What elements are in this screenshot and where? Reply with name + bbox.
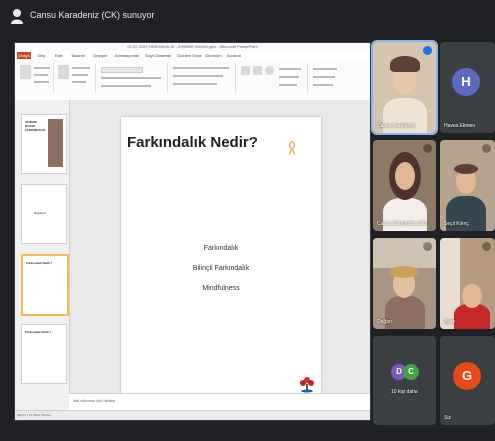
more-participants-tile[interactable]: D C 10 kişi daha [373,336,436,425]
slide-bullet: Bilinçli Farkındalık [192,265,250,272]
slide-thumbnail[interactable]: ZİHİNDE BAKIM FARKINDALIK [21,114,67,174]
ribbon-tab[interactable]: Tasarım [71,52,85,59]
drawing-group [237,63,308,93]
file-tab[interactable]: Dosya [17,52,31,59]
powerpoint-ribbon [15,60,370,101]
participant-face [462,284,482,308]
participant-face [395,162,415,190]
participant-avatar: H [452,68,480,96]
shapes-icon[interactable] [241,66,250,75]
meeting-top-bar: Cansu Karadeniz (CK) sunuyor [0,0,495,34]
slide-thumbnail[interactable]: Başlıksız [21,184,67,244]
slide-thumbnail-panel: ZİHİNDE BAKIM FARKINDALIK Başlıksız Fark… [15,100,70,410]
new-slide-icon[interactable] [58,65,69,79]
mic-icon [423,242,432,251]
participant-tile[interactable]: Seçil Kılınç [440,140,495,231]
participant-name: Cansu Karadeniz [377,123,416,129]
participant-name: Doğan [377,319,392,325]
participant-name: Ayşe [444,319,456,325]
ribbon-tab[interactable]: Ekle [55,52,63,59]
participant-hair [390,266,418,278]
slides-group [55,63,96,93]
paste-icon[interactable] [20,65,31,79]
powerpoint-title-bar: 02.02.2022 FARKINDALIK - ZİHİNDE BAKIM.p… [15,43,370,51]
participant-tile[interactable]: Doğan [373,238,436,329]
presenter-icon [11,9,23,24]
status-text: Slayt 3 / 21 Office Teması [17,413,52,417]
participant-tile[interactable]: H Havva Ekmen [440,42,495,133]
paragraph-group [169,63,236,93]
clipboard-group [17,63,54,93]
ribbon-tab[interactable]: Görünüm [205,52,222,59]
slide-thumbnail-selected[interactable]: Farkındalık Nedir? [21,254,69,316]
flower-logo-icon [300,377,314,393]
ribbon-tab[interactable]: Acrobat [227,52,241,59]
slide-bullet: Farkındalık [203,245,239,252]
participant-tile[interactable]: Ayşe [440,238,495,329]
slide-bullet: Mindfulness [202,285,240,292]
editing-group [309,63,349,93]
speaking-mic-icon [423,46,432,55]
ribbon-tab[interactable]: Giriş [37,52,45,59]
thumbnail-photo [48,119,63,167]
participant-hair [454,164,478,174]
presenting-label: Cansu Karadeniz (CK) sunuyor [30,10,155,20]
participant-name: Havva Ekmen [444,123,476,129]
participant-tile[interactable]: Cansu Karadeniz [371,40,438,135]
notes-placeholder: Not eklemek için tıklatın [73,398,116,403]
shared-screen[interactable]: 02.02.2022 FARKINDALIK - ZİHİNDE BAKIM.p… [14,42,371,421]
ribbon-tab[interactable]: Geçişler [93,52,108,59]
participant-name: Seçil Kılınç [444,221,469,227]
mic-icon [482,144,491,153]
ribbon-tab[interactable]: Animasyonlar [115,52,139,59]
powerpoint-workspace: ZİHİNDE BAKIM FARKINDALIK Başlıksız Fark… [15,100,370,411]
more-participants-label: 10 kişi daha [391,389,418,395]
awareness-ribbon-icon [289,141,295,155]
font-group [97,63,168,93]
self-name: Siz [444,415,451,421]
participant-tile[interactable]: Cansu Karadeniz (CK) [373,140,436,231]
participant-name: Cansu Karadeniz (CK) [377,221,428,227]
mic-icon [482,242,491,251]
powerpoint-status-bar: Slayt 3 / 21 Office Teması [15,410,370,420]
ribbon-tab[interactable]: Gözden Geçir [177,52,202,59]
bottom-bar [0,425,495,441]
self-tile[interactable]: G Siz [440,336,495,425]
slide-title: Farkındalık Nedir? [127,134,258,151]
quick-styles-icon[interactable] [265,66,274,75]
notes-pane[interactable]: Not eklemek için tıklatın [69,393,370,411]
slide-thumbnail[interactable]: Farkındalık Nedir? [21,324,67,384]
ribbon-tab[interactable]: Slayt Gösterisi [145,52,171,59]
current-slide[interactable]: Farkındalık Nedir? Farkındalık Bilinçli … [121,117,321,402]
arrange-icon[interactable] [253,66,262,75]
mic-icon [423,144,432,153]
self-avatar: G [453,362,481,390]
participant-avatar: C [403,364,419,380]
participant-hair [390,56,420,72]
